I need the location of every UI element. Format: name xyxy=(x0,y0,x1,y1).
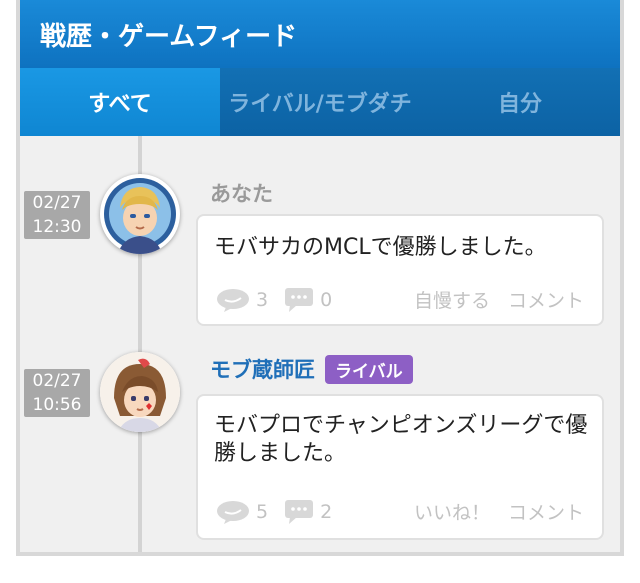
feed-card: モバサカのMCLで優勝しました。 3 0 自慢する コメント xyxy=(196,214,604,326)
card-actions: 3 0 自慢する コメント xyxy=(216,286,584,313)
entry-date: 02/27 10:56 xyxy=(24,369,90,417)
avatar[interactable] xyxy=(100,352,180,432)
like-button[interactable]: いいね！ xyxy=(414,498,490,525)
author-name[interactable]: モブ蔵師匠 ライバル xyxy=(210,354,413,384)
rival-badge: ライバル xyxy=(325,354,413,384)
feed-message: モバプロでチャンピオンズリーグで優勝しました。 xyxy=(214,413,588,466)
page-title: 戦歴・ゲームフィード xyxy=(20,0,620,68)
reaction-count: 3 xyxy=(216,288,268,312)
avatar[interactable] xyxy=(100,174,180,254)
tab-all[interactable]: すべて xyxy=(20,68,220,136)
comment-icon xyxy=(285,287,314,312)
comment-icon xyxy=(285,499,314,524)
comment-button[interactable]: コメント xyxy=(508,286,584,313)
entry-date: 02/27 12:30 xyxy=(24,191,90,239)
comment-count: 2 xyxy=(284,499,332,525)
tab-rivals-friends[interactable]: ライバル/モブダチ xyxy=(220,68,420,136)
comment-count: 0 xyxy=(284,287,332,313)
tab-self[interactable]: 自分 xyxy=(420,68,620,136)
feed-message: モバサカのMCLで優勝しました。 xyxy=(214,235,547,260)
game-feed-panel: 戦歴・ゲームフィード すべて ライバル/モブダチ 自分 02/27 12:30 あ… xyxy=(16,0,624,556)
author-name: あなた xyxy=(210,182,273,206)
speech-bubble-icon xyxy=(217,288,249,312)
reaction-count: 5 xyxy=(216,500,268,524)
card-actions: 5 2 いいね！ コメント xyxy=(216,498,584,525)
speech-bubble-icon xyxy=(217,500,249,524)
comment-button[interactable]: コメント xyxy=(508,498,584,525)
feed-tabs: すべて ライバル/モブダチ 自分 xyxy=(20,68,620,136)
brag-button[interactable]: 自慢する xyxy=(414,286,490,313)
feed-card: モバプロでチャンピオンズリーグで優勝しました。 5 2 いいね！ コメント xyxy=(196,394,604,540)
